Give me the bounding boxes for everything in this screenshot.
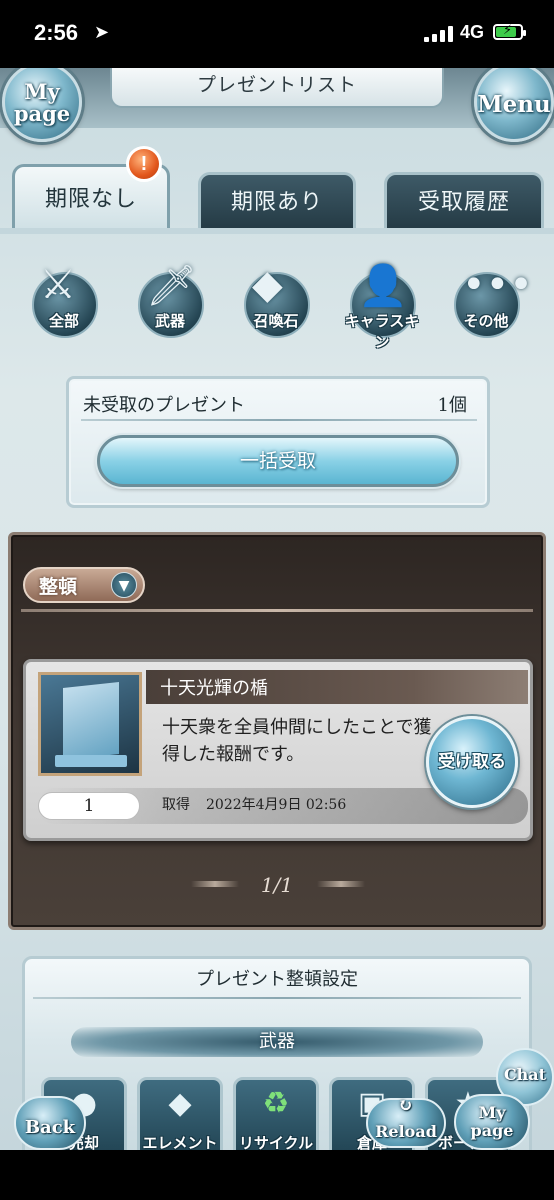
- shield-icon: [63, 682, 119, 760]
- menu-button[interactable]: Menu: [474, 68, 554, 142]
- home-indicator-area: [0, 1150, 554, 1200]
- status-time: 2:56: [34, 20, 79, 45]
- acquired-date: 2022年4月9日 02:56: [206, 797, 347, 813]
- category-label: キャラスキン: [344, 312, 420, 351]
- page-number: 1/1: [260, 873, 294, 897]
- reload-button[interactable]: ↻ Reload: [366, 1095, 446, 1148]
- category-filter: ⚔ 全部 🗡 武器 ◆ 召喚石 👤 キャラスキン ••• その他: [0, 260, 554, 351]
- category-skin[interactable]: 👤 キャラスキン: [340, 260, 424, 351]
- bulk-receive-button[interactable]: 一括受取: [97, 435, 459, 487]
- character-icon: 👤: [358, 263, 408, 309]
- more-icon: •••: [462, 262, 533, 308]
- sort-button[interactable]: 整頓 ▼: [23, 567, 145, 603]
- mypage-button[interactable]: My page: [2, 68, 82, 142]
- pager-prev-icon[interactable]: [191, 881, 239, 887]
- settings-section-weapon: 武器: [71, 1027, 483, 1057]
- tab-underline: [0, 228, 554, 234]
- category-summon[interactable]: ◆ 召喚石: [234, 260, 318, 344]
- item-name-bar: 十天光輝の楯: [146, 670, 528, 704]
- signal-icon: [424, 26, 456, 42]
- location-arrow-icon: ➤: [94, 22, 110, 43]
- reload-label: Reload: [375, 1122, 437, 1141]
- element-icon: ◆: [168, 1086, 192, 1121]
- category-all[interactable]: ⚔ 全部: [22, 260, 106, 344]
- divider: [21, 609, 533, 612]
- option-label: エレメント: [142, 1134, 218, 1150]
- item-quantity: 1: [38, 792, 140, 820]
- category-label: その他: [463, 312, 509, 330]
- category-weapon[interactable]: 🗡 武器: [128, 260, 212, 344]
- option-recycle[interactable]: ♻ リサイクル: [233, 1077, 319, 1150]
- unclaimed-panel: 未受取のプレゼント 1個 一括受取: [66, 376, 490, 508]
- status-bar: 2:56 ➤ 4G ⚡: [0, 0, 554, 68]
- chevron-down-icon: ▼: [111, 572, 137, 598]
- acquired-label: 取得: [162, 797, 190, 813]
- tab-bar: 期限なし 期限あり 受取履歴: [0, 164, 554, 230]
- pager: 1/1: [11, 873, 543, 897]
- alert-badge-icon: !: [126, 146, 162, 182]
- option-label: リサイクル: [238, 1134, 314, 1150]
- sword-icon: 🗡: [146, 263, 197, 309]
- category-other[interactable]: ••• その他: [444, 260, 533, 344]
- receive-button[interactable]: 受け取る: [426, 716, 518, 808]
- divider: [33, 997, 521, 999]
- crystal-icon: ◆: [252, 262, 283, 308]
- network-label: 4G: [460, 22, 485, 42]
- tab-with-expiry[interactable]: 期限あり: [198, 172, 356, 230]
- unclaimed-label: 未受取のプレゼント: [83, 395, 245, 416]
- unclaimed-count: 1個: [437, 395, 467, 416]
- page-title: プレゼントリスト: [196, 74, 357, 96]
- item-thumbnail: [38, 672, 142, 776]
- tab-history[interactable]: 受取履歴: [384, 172, 544, 230]
- header: プレゼントリスト: [0, 68, 554, 128]
- mypage-bottom-button[interactable]: My page: [454, 1094, 530, 1150]
- category-label: 武器: [154, 312, 185, 330]
- category-label: 召喚石: [253, 312, 299, 330]
- sort-label: 整頓: [39, 576, 78, 598]
- list-item: 十天光輝の楯 十天衆を全員仲間にしたことで獲得した報酬です。 1 取得 2022…: [23, 659, 533, 841]
- category-label: 全部: [48, 312, 79, 330]
- item-description: 十天衆を全員仲間にしたことで獲得した報酬です。: [162, 717, 432, 765]
- divider: [81, 419, 477, 421]
- present-list-panel: 整頓 ▼ 十天光輝の楯 十天衆を全員仲間にしたことで獲得した報酬です。 1 取得…: [8, 532, 546, 930]
- title-bar: プレゼントリスト: [110, 68, 444, 108]
- settings-title: プレゼント整頓設定: [196, 969, 358, 990]
- back-button[interactable]: Back: [14, 1096, 86, 1150]
- item-name: 十天光輝の楯: [160, 678, 268, 699]
- game-screen: プレゼントリスト My page Menu 期限なし 期限あり 受取履歴 ! ⚔…: [0, 68, 554, 1150]
- option-element[interactable]: ◆ エレメント: [137, 1077, 223, 1150]
- pager-next-icon[interactable]: [317, 881, 365, 887]
- recycle-icon: ♻: [262, 1086, 290, 1121]
- all-icon: ⚔: [40, 262, 76, 308]
- battery-icon: ⚡: [493, 23, 526, 40]
- reload-icon: ↻: [398, 1095, 414, 1116]
